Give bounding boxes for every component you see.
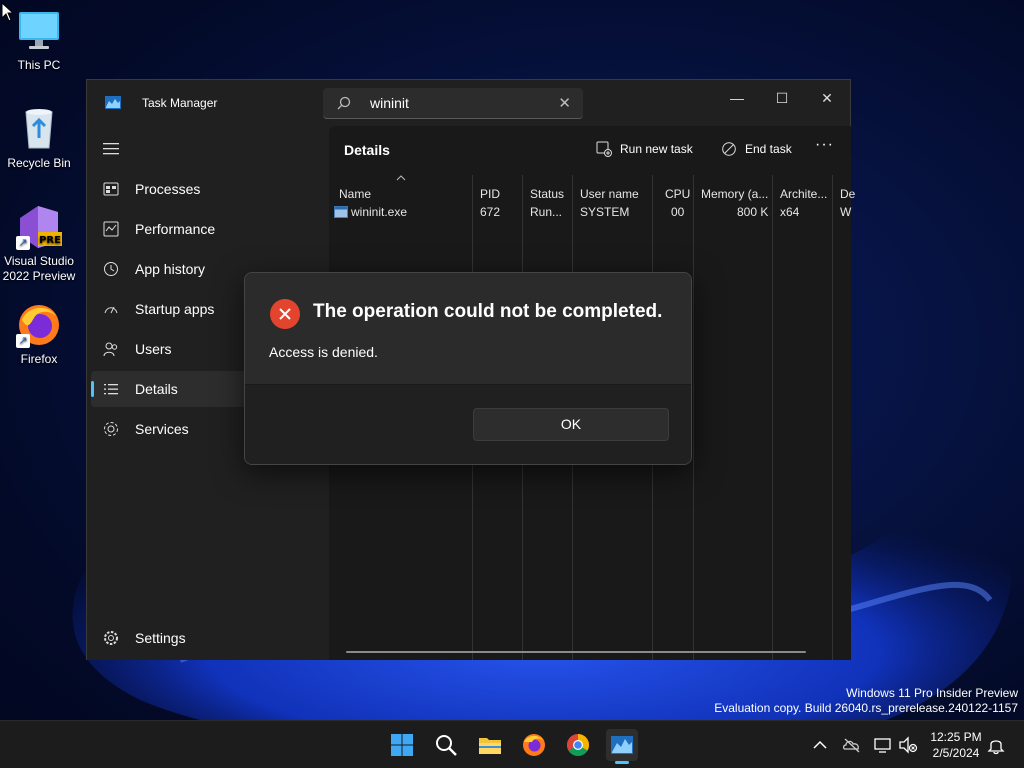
desktop-icon-visual-studio[interactable]: PRE ↗ Visual Studio 2022 Preview (0, 204, 78, 284)
desktop-icon-label: Firefox (20, 352, 58, 366)
pre-badge: PRE (39, 235, 61, 246)
column-header-status[interactable]: Status (530, 187, 564, 201)
nav-label: App history (135, 261, 206, 277)
search-box[interactable]: wininit ✕ (323, 88, 583, 119)
column-header-description[interactable]: De (840, 187, 855, 201)
error-icon (270, 299, 300, 329)
close-button[interactable]: ✕ (807, 84, 847, 112)
column-divider[interactable] (832, 175, 833, 660)
cell-name: wininit.exe (351, 205, 408, 219)
cell-architecture: x64 (780, 205, 800, 219)
taskbar-task-manager[interactable] (606, 729, 638, 764)
start-icon (391, 734, 413, 756)
desktop-icon-label: This PC (17, 58, 61, 72)
chrome-icon (567, 734, 589, 756)
file-explorer-icon (479, 738, 501, 754)
hamburger-menu-icon[interactable] (103, 142, 119, 156)
running-indicator (615, 761, 629, 764)
cell-cpu: 00 (671, 205, 685, 219)
cell-description: W (840, 205, 852, 219)
gear-icon (104, 631, 118, 645)
startup-icon (104, 306, 118, 314)
dialog-body: The operation could not be completed. Ac… (245, 273, 691, 384)
clear-search-icon[interactable]: ✕ (558, 94, 571, 112)
clock-date: 2/5/2024 (932, 746, 980, 760)
task-manager-logo-icon (105, 96, 121, 109)
column-divider[interactable] (693, 175, 694, 660)
ok-button[interactable]: OK (473, 408, 669, 441)
column-header-name[interactable]: Name (339, 187, 371, 201)
monitor-icon (19, 12, 59, 49)
taskbar-firefox[interactable] (518, 729, 550, 761)
taskbar-file-explorer[interactable] (474, 729, 506, 761)
nav-label: Details (135, 381, 178, 397)
desktop-icon-this-pc[interactable]: This PC (0, 8, 78, 73)
services-icon (104, 422, 118, 436)
chevron-up-icon[interactable] (810, 735, 830, 755)
title-bar[interactable]: Task Manager wininit ✕ — ☐ ✕ (87, 80, 850, 126)
recycle-bin-icon (25, 109, 53, 149)
error-dialog: The operation could not be completed. Ac… (244, 272, 692, 465)
taskbar-chrome[interactable] (562, 729, 594, 761)
performance-icon (103, 221, 119, 237)
column-header-architecture[interactable]: Archite... (780, 187, 827, 201)
watermark-edition: Windows 11 Pro Insider Preview (846, 686, 1018, 700)
volume-muted-icon[interactable] (898, 735, 918, 755)
nav-label: Startup apps (135, 301, 215, 317)
column-header-memory[interactable]: Memory (a... (701, 187, 768, 201)
maximize-button[interactable]: ☐ (762, 84, 802, 112)
cell-status: Run... (530, 205, 563, 219)
users-icon (103, 342, 118, 357)
details-icon (104, 384, 118, 395)
windows-watermark: Windows 11 Pro Insider Preview Evaluatio… (714, 686, 1018, 716)
dialog-title: The operation could not be completed. (313, 301, 663, 322)
table-row[interactable]: wininit.exe 672 Run... SYSTEM 00 800 K x… (329, 202, 851, 224)
watermark-build: Evaluation copy. Build 26040.rs_prerelea… (714, 701, 1018, 715)
cell-pid: 672 (480, 205, 501, 219)
nav-label: Users (135, 341, 172, 357)
shortcut-arrow-icon: ↗ (16, 334, 30, 348)
nav-item-processes[interactable]: Processes (91, 171, 325, 207)
dialog-message: Access is denied. (269, 344, 378, 360)
desktop-icon-recycle-bin[interactable]: Recycle Bin (0, 106, 78, 171)
nav-item-settings[interactable]: Settings (91, 620, 325, 656)
sort-arrow-icon (396, 175, 406, 181)
search-icon (436, 735, 457, 756)
start-button[interactable] (386, 729, 418, 761)
active-indicator (91, 381, 94, 397)
search-input[interactable]: wininit (370, 95, 409, 111)
processes-icon (103, 182, 119, 196)
taskbar-search-button[interactable] (430, 729, 462, 761)
firefox-icon (523, 734, 545, 756)
search-icon (337, 96, 351, 110)
column-header-pid[interactable]: PID (480, 187, 500, 201)
window-title: Task Manager (142, 96, 218, 110)
shortcut-arrow-icon: ↗ (16, 236, 30, 250)
desktop-icon-label: Visual Studio 2022 Preview (2, 254, 76, 283)
horizontal-scrollbar[interactable] (346, 651, 806, 653)
minimize-button[interactable]: — (717, 84, 757, 112)
process-icon (334, 206, 348, 218)
column-divider[interactable] (772, 175, 773, 660)
network-icon[interactable] (873, 735, 893, 755)
nav-label: Services (135, 421, 189, 437)
cell-memory: 800 K (737, 205, 769, 219)
clock-time: 12:25 PM (930, 730, 982, 744)
cell-user: SYSTEM (580, 205, 630, 219)
column-header-cpu[interactable]: CPU (665, 187, 690, 201)
column-header-user[interactable]: User name (580, 187, 639, 201)
task-manager-icon (611, 736, 633, 754)
nav-label: Settings (135, 630, 186, 646)
history-icon (104, 262, 118, 276)
onedrive-offline-icon[interactable] (842, 735, 862, 755)
system-clock[interactable]: 12:25 PM 2/5/2024 (922, 729, 990, 761)
desktop-icon-firefox[interactable]: ↗ Firefox (0, 302, 78, 367)
nav-label: Performance (135, 221, 216, 237)
nav-label: Processes (135, 181, 201, 197)
taskbar: 12:25 PM 2/5/2024 (0, 720, 1024, 768)
nav-item-performance[interactable]: Performance (91, 211, 325, 247)
desktop-icon-label: Recycle Bin (7, 156, 71, 170)
notification-bell-icon[interactable] (986, 735, 1006, 755)
